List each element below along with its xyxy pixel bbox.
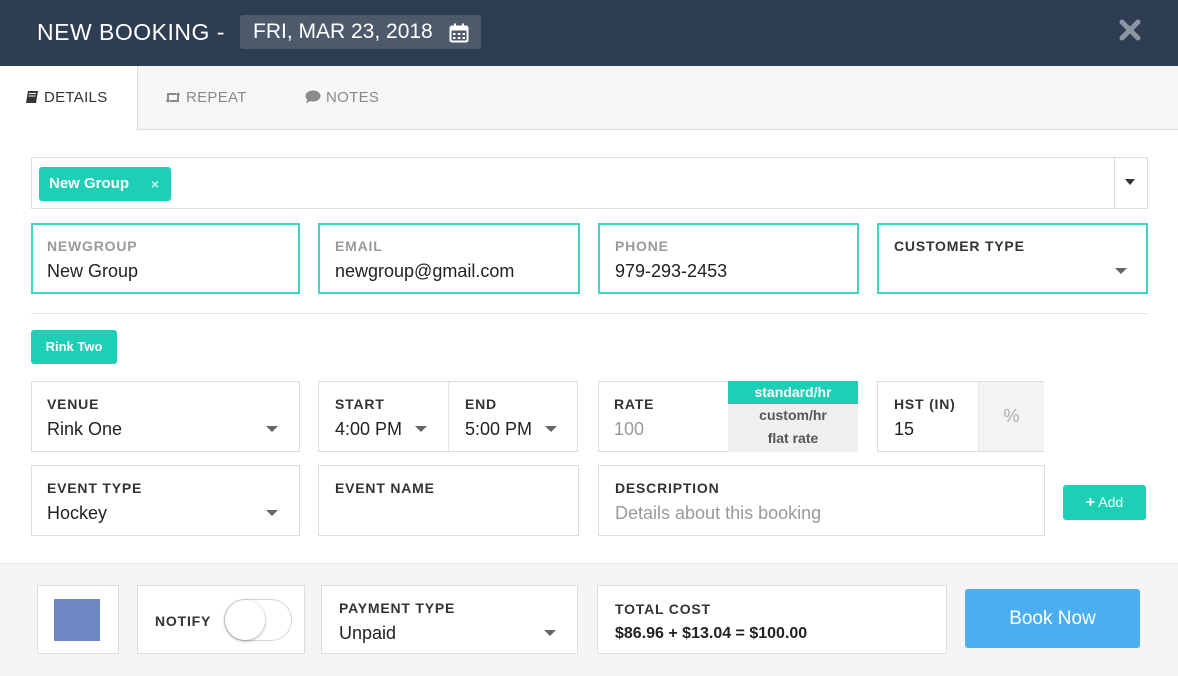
description-placeholder: Details about this booking <box>615 503 822 523</box>
date-value: FRI, MAR 23, 2018 <box>253 20 433 43</box>
tab-notes-label: NOTES <box>326 89 380 106</box>
group-name-label: NEWGROUP <box>47 238 138 254</box>
notify-toggle[interactable] <box>224 599 292 641</box>
venue-select[interactable]: VENUE Rink One <box>31 381 300 452</box>
calendar-icon <box>449 23 469 43</box>
retweet-icon <box>165 92 181 103</box>
email-value: newgroup@gmail.com <box>335 261 515 281</box>
start-label: START <box>335 396 385 412</box>
phone-label: PHONE <box>615 238 669 254</box>
venue-label: VENUE <box>47 396 100 412</box>
modal-header: NEW BOOKING - FRI, MAR 23, 2018 <box>0 0 1178 66</box>
email-field[interactable]: EMAIL newgroup@gmail.com <box>318 223 580 294</box>
percent-addon: % <box>978 382 1044 451</box>
caret-down-icon <box>266 426 278 432</box>
tab-details-label: DETAILS <box>44 89 108 106</box>
section-divider <box>31 313 1148 314</box>
notify-label: NOTIFY <box>155 613 212 629</box>
add-button[interactable]: + Add <box>1063 485 1146 520</box>
phone-field[interactable]: PHONE 979-293-2453 <box>598 223 859 294</box>
description-field[interactable]: DESCRIPTION Details about this booking <box>598 465 1045 536</box>
book-now-button[interactable]: Book Now <box>965 589 1140 648</box>
hst-value: 15 <box>894 419 915 439</box>
total-cost-label: TOTAL COST <box>615 601 711 617</box>
customer-dropdown-toggle[interactable] <box>1114 158 1147 208</box>
caret-down-icon <box>415 426 427 432</box>
payment-type-label: PAYMENT TYPE <box>339 600 456 616</box>
toggle-knob <box>225 600 265 640</box>
book-icon <box>26 91 38 103</box>
customer-tag[interactable]: New Group × <box>39 167 171 201</box>
tab-details[interactable]: DETAILS <box>0 66 138 131</box>
add-button-label: Add <box>1098 494 1124 510</box>
plus-icon: + <box>1085 494 1096 511</box>
hst-label: HST (IN) <box>894 396 956 412</box>
customer-tag-label: New Group <box>49 175 130 192</box>
caret-down-icon <box>544 630 556 636</box>
end-time-select[interactable]: END 5:00 PM <box>448 382 577 451</box>
comment-icon <box>305 90 321 104</box>
phone-value: 979-293-2453 <box>615 261 728 281</box>
total-cost-value: $86.96 + $13.04 = $100.00 <box>615 625 808 642</box>
modal-title: NEW BOOKING - <box>37 19 225 45</box>
start-time-select[interactable]: START 4:00 PM <box>319 382 448 451</box>
email-label: EMAIL <box>335 238 383 254</box>
color-picker[interactable] <box>37 585 119 654</box>
group-name-field[interactable]: NEWGROUP New Group <box>31 223 300 294</box>
tab-repeat[interactable]: REPEAT <box>165 66 247 130</box>
close-icon[interactable] <box>1119 19 1141 41</box>
payment-type-select[interactable]: PAYMENT TYPE Unpaid <box>321 585 578 654</box>
payment-type-value: Unpaid <box>339 623 397 643</box>
rate-label: RATE <box>614 396 655 412</box>
caret-down-icon <box>266 510 278 516</box>
time-range: START 4:00 PM END 5:00 PM <box>318 381 578 452</box>
total-cost-box: TOTAL COST $86.96 + $13.04 = $100.00 <box>597 585 947 654</box>
group-name-value: New Group <box>47 261 139 281</box>
caret-down-icon <box>1125 179 1135 185</box>
rate-option-custom[interactable]: custom/hr <box>728 404 858 427</box>
start-value: 4:00 PM <box>335 419 403 439</box>
end-value: 5:00 PM <box>465 419 533 439</box>
hst-field[interactable]: HST (IN) 15 % <box>877 381 1044 452</box>
rate-field[interactable]: RATE 100 standard/hr custom/hr flat rate <box>598 381 858 452</box>
customer-select[interactable]: New Group × <box>31 157 1148 209</box>
color-swatch <box>54 599 100 641</box>
event-type-select[interactable]: EVENT TYPE Hockey <box>31 465 300 536</box>
event-name-field[interactable]: EVENT NAME <box>318 465 579 536</box>
modal-footer: NOTIFY PAYMENT TYPE Unpaid TOTAL COST $8… <box>0 563 1178 676</box>
event-type-label: EVENT TYPE <box>47 480 143 496</box>
venue-value: Rink One <box>47 419 123 439</box>
caret-down-icon <box>1115 268 1127 274</box>
description-label: DESCRIPTION <box>615 480 720 496</box>
caret-down-icon <box>545 426 557 432</box>
date-picker[interactable]: FRI, MAR 23, 2018 <box>240 15 481 49</box>
rate-option-standard[interactable]: standard/hr <box>728 381 858 404</box>
notify-box: NOTIFY <box>137 585 305 654</box>
customer-type-label: CUSTOMER TYPE <box>894 238 1025 254</box>
remove-tag-icon[interactable]: × <box>151 167 159 201</box>
rink-tag[interactable]: Rink Two <box>31 330 117 364</box>
rate-type-options: standard/hr custom/hr flat rate <box>728 381 858 452</box>
rate-option-flat[interactable]: flat rate <box>728 427 858 450</box>
tab-notes[interactable]: NOTES <box>305 66 379 130</box>
tab-repeat-label: REPEAT <box>186 89 247 106</box>
rate-value: 100 <box>614 419 645 439</box>
event-type-value: Hockey <box>47 503 108 523</box>
end-label: END <box>465 396 497 412</box>
event-name-label: EVENT NAME <box>335 480 435 496</box>
tab-bar: DETAILS REPEAT NOTES <box>0 66 1178 131</box>
customer-type-select[interactable]: CUSTOMER TYPE <box>877 223 1148 294</box>
